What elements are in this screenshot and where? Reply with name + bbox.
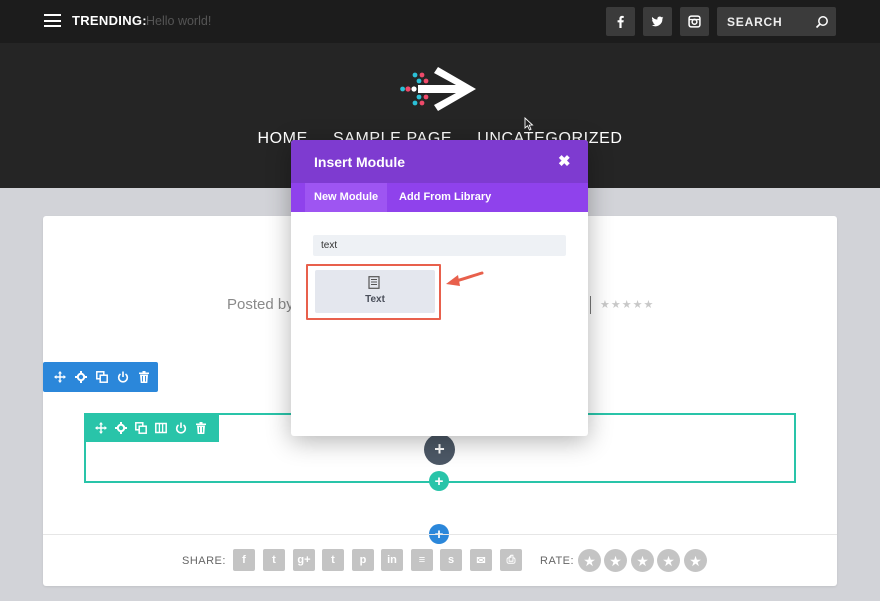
modal-title: Insert Module	[314, 154, 406, 170]
rate-star-4-icon[interactable]: ★	[657, 549, 680, 572]
search-box	[717, 7, 836, 36]
hamburger-menu-icon[interactable]	[44, 14, 61, 27]
trash-icon[interactable]	[193, 420, 208, 435]
settings-gear-icon[interactable]	[113, 420, 128, 435]
module-search-input[interactable]	[313, 235, 566, 256]
modal-header: Insert Module ✖	[291, 140, 588, 183]
share-pinterest-icon[interactable]: p	[352, 549, 374, 571]
annotation-arrow-icon	[446, 271, 484, 286]
move-icon[interactable]	[52, 370, 67, 385]
share-buffer-icon[interactable]: ≡	[411, 549, 433, 571]
tab-add-from-library[interactable]: Add From Library	[390, 183, 500, 212]
close-icon[interactable]: ✖	[558, 152, 571, 170]
trash-icon[interactable]	[136, 370, 151, 385]
power-icon[interactable]	[173, 420, 188, 435]
share-stumbleupon-icon[interactable]: s	[440, 549, 462, 571]
add-module-button[interactable]: +	[424, 434, 455, 465]
instagram-button[interactable]	[680, 7, 709, 36]
post-rating-stars: ★★★★★	[600, 299, 655, 311]
top-bar: TRENDING: Hello world!	[0, 0, 880, 43]
trending-label: TRENDING:	[72, 13, 147, 28]
share-divider	[43, 534, 837, 535]
post-meta-posted-by: Posted by	[227, 296, 294, 313]
share-label: SHARE:	[182, 555, 226, 567]
instagram-icon	[688, 15, 701, 28]
highlight-box	[306, 264, 441, 320]
rate-star-3-icon[interactable]: ★	[631, 549, 654, 572]
facebook-button[interactable]	[606, 7, 635, 36]
duplicate-icon[interactable]	[94, 370, 109, 385]
share-google-plus-icon[interactable]: g+	[293, 549, 315, 571]
add-row-button[interactable]: +	[429, 471, 449, 491]
modal-tabs: New Module Add From Library	[291, 183, 588, 212]
share-print-icon[interactable]: ⎙	[500, 549, 522, 571]
duplicate-icon[interactable]	[133, 420, 148, 435]
share-twitter-icon[interactable]: t	[263, 549, 285, 571]
rate-star-2-icon[interactable]: ★	[604, 549, 627, 572]
settings-gear-icon[interactable]	[73, 370, 88, 385]
share-email-icon[interactable]: ✉	[470, 549, 492, 571]
rate-label: RATE:	[540, 555, 575, 567]
meta-divider	[590, 296, 591, 314]
power-icon[interactable]	[115, 370, 130, 385]
columns-icon[interactable]	[153, 420, 168, 435]
share-linkedin-icon[interactable]: in	[381, 549, 403, 571]
share-tumblr-icon[interactable]: t	[322, 549, 344, 571]
search-icon[interactable]	[815, 15, 829, 29]
trending-post-link[interactable]: Hello world!	[146, 14, 211, 28]
rate-star-1-icon[interactable]: ★	[578, 549, 601, 572]
site-logo-icon[interactable]	[400, 63, 482, 115]
share-facebook-icon[interactable]: f	[233, 549, 255, 571]
mouse-cursor-icon	[524, 117, 534, 131]
section-toolbar	[43, 362, 158, 392]
rate-star-5-icon[interactable]: ★	[684, 549, 707, 572]
twitter-button[interactable]	[643, 7, 672, 36]
row-toolbar	[84, 413, 219, 442]
facebook-icon	[617, 15, 624, 28]
move-icon[interactable]	[93, 420, 108, 435]
twitter-icon	[651, 16, 664, 27]
tab-new-module[interactable]: New Module	[305, 183, 388, 212]
search-input[interactable]	[727, 15, 807, 29]
